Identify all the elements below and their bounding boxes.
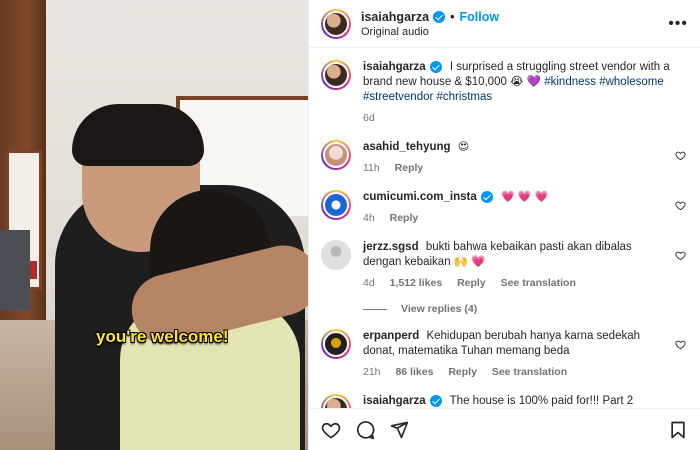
commenter-avatar[interactable] [321, 140, 351, 170]
comment-text: 💗 💗 💗 [500, 191, 549, 203]
comment-item: asahid_tehyung 😍 11h Reply [321, 140, 688, 176]
verified-badge-icon [480, 190, 493, 203]
comment-bubble-icon[interactable] [355, 420, 375, 440]
post-side-panel: isaiahgarza • Follow Original audio ••• … [308, 0, 700, 450]
see-translation-button[interactable]: See translation [492, 366, 567, 378]
like-comment-heart-icon[interactable] [675, 250, 686, 261]
author-info: isaiahgarza • Follow Original audio [361, 10, 499, 38]
more-options-icon[interactable]: ••• [668, 15, 688, 33]
save-bookmark-icon[interactable] [668, 420, 688, 440]
comment-time: 4d [363, 277, 375, 289]
reply-button[interactable]: Reply [395, 162, 424, 174]
like-comment-heart-icon[interactable] [675, 339, 686, 350]
post-caption: isaiahgarza I surprised a struggling str… [321, 60, 688, 126]
commenter-avatar[interactable] [321, 190, 351, 220]
author-avatar[interactable] [321, 8, 351, 39]
commenter-avatar[interactable] [321, 394, 351, 408]
commenter-avatar[interactable] [321, 329, 351, 359]
comment-username[interactable]: jerzz.sgsd [363, 241, 419, 253]
comment-time: 21h [363, 366, 381, 378]
caption-age: 6d [363, 112, 375, 124]
post-actions-bar [309, 408, 700, 450]
commenter-avatar[interactable] [321, 240, 351, 270]
like-comment-heart-icon[interactable] [675, 150, 686, 161]
comment-item: cumicumi.com_insta 💗 💗 💗 4h Reply [321, 190, 688, 226]
like-heart-icon[interactable] [321, 420, 341, 440]
comment-item: isaiahgarza The house is 100% paid for!!… [321, 394, 688, 408]
share-paper-plane-icon[interactable] [389, 420, 409, 440]
follow-button[interactable]: Follow [459, 10, 499, 24]
reply-button[interactable]: Reply [457, 277, 486, 289]
caption-author-avatar[interactable] [321, 60, 351, 90]
audio-label[interactable]: Original audio [361, 26, 499, 38]
reply-button[interactable]: Reply [390, 212, 419, 224]
video-shelf [0, 230, 30, 310]
like-comment-heart-icon[interactable] [675, 200, 686, 211]
author-username[interactable]: isaiahgarza [361, 10, 429, 24]
comment-likes[interactable]: 86 likes [395, 366, 433, 378]
verified-badge-icon [429, 60, 442, 73]
verified-badge-icon [429, 394, 442, 407]
post-header: isaiahgarza • Follow Original audio ••• [309, 0, 700, 48]
view-replies-button[interactable]: View replies (4) [363, 303, 688, 315]
comment-likes[interactable]: 1,512 likes [390, 277, 443, 289]
comment-item: erpanperd Kehidupan berubah hanya karna … [321, 329, 688, 380]
comment-username[interactable]: isaiahgarza [363, 395, 426, 407]
post-video[interactable]: you're welcome! [0, 0, 308, 450]
comment-time: 11h [363, 162, 380, 174]
verified-badge-icon [433, 10, 446, 23]
separator-dot: • [450, 9, 455, 24]
comment-username[interactable]: asahid_tehyung [363, 141, 451, 153]
comments-list[interactable]: isaiahgarza I surprised a struggling str… [309, 48, 700, 408]
see-translation-button[interactable]: See translation [501, 277, 576, 289]
caption-username[interactable]: isaiahgarza [363, 61, 426, 73]
reply-button[interactable]: Reply [448, 366, 477, 378]
comment-item: jerzz.sgsd bukti bahwa kebaikan pasti ak… [321, 240, 688, 291]
comment-time: 4h [363, 212, 375, 224]
video-caption: you're welcome! [96, 327, 229, 346]
comment-username[interactable]: cumicumi.com_insta [363, 191, 477, 203]
instagram-post-modal: you're welcome! isaiahgarza • Follow Ori… [0, 0, 700, 450]
comment-username[interactable]: erpanperd [363, 330, 419, 342]
video-person-man-hair [72, 104, 204, 166]
comment-text: 😍 [457, 141, 470, 153]
